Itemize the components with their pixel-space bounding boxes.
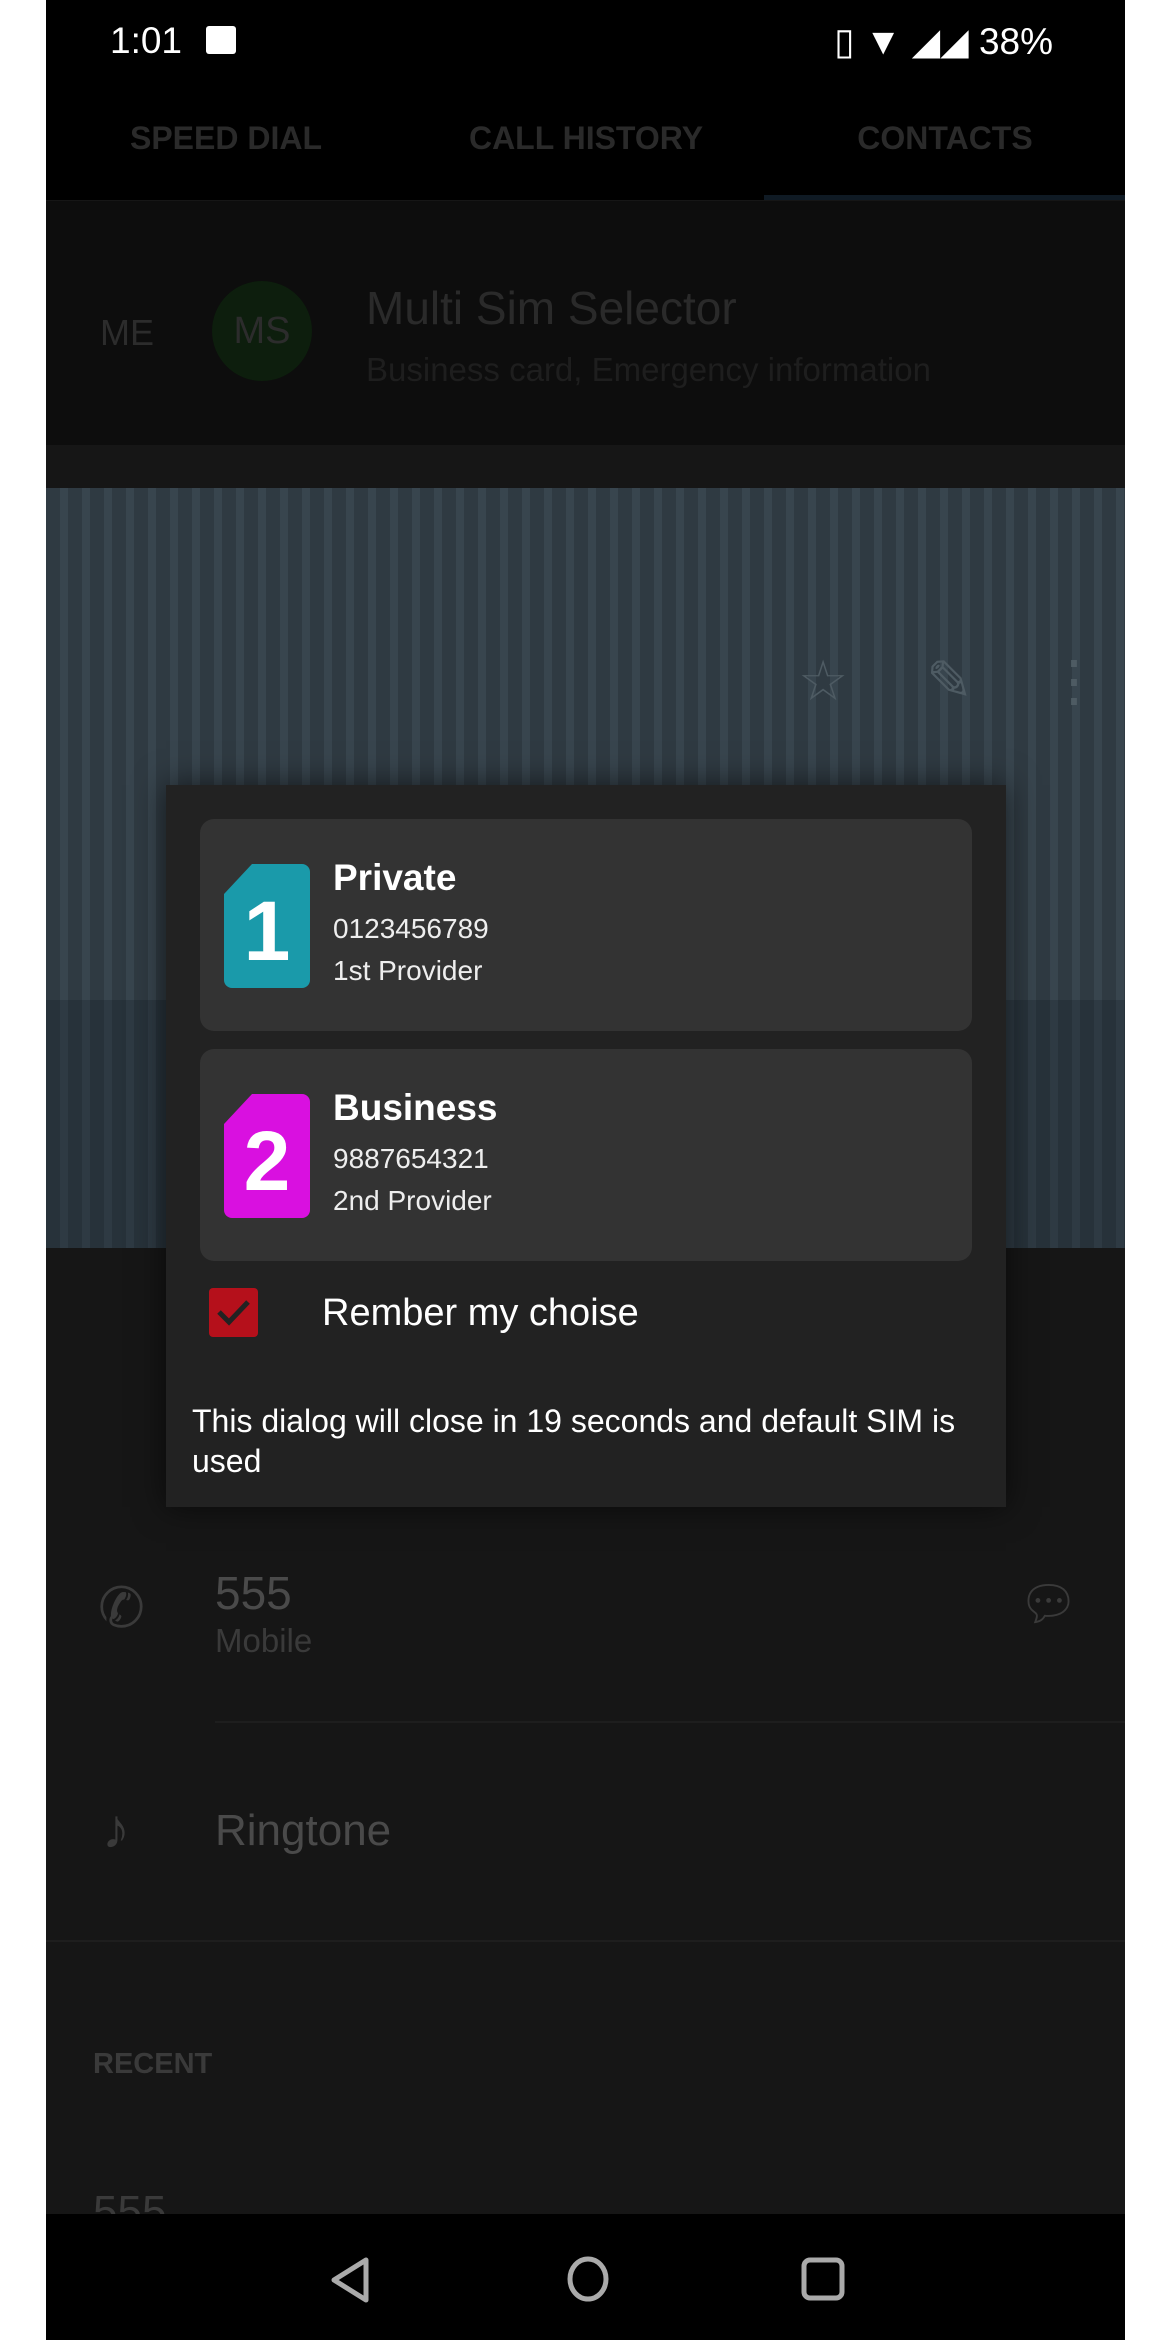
me-subtitle: Business card, Emergency information: [366, 351, 931, 388]
sim-card-1[interactable]: 1 Private 0123456789 1st Provider: [200, 819, 972, 1031]
tab-contacts[interactable]: CONTACTS: [765, 120, 1125, 157]
sim-1-name: Private: [333, 857, 457, 898]
vibrate-icon: ▯: [834, 21, 855, 62]
me-row[interactable]: ME MS Multi Sim Selector Business card, …: [46, 201, 1125, 445]
message-icon[interactable]: 💬︎: [1018, 1575, 1079, 1632]
back-icon[interactable]: [328, 2256, 372, 2304]
star-icon[interactable]: ☆: [798, 648, 848, 714]
status-right: ▯ ▼ ◢◢ 38%: [834, 20, 1053, 63]
tab-call-history[interactable]: CALL HISTORY: [406, 120, 766, 157]
sim-2-name: Business: [333, 1087, 498, 1128]
sim-1-number: 0123456789: [333, 913, 489, 944]
status-bar: 1:01 ▯ ▼ ◢◢ 38% SPEED DIAL CALL HISTORY …: [46, 0, 1125, 200]
wifi-icon: ▼: [864, 21, 902, 62]
tab-indicator: [764, 195, 1125, 200]
more-vert-icon[interactable]: ⋮: [1046, 648, 1102, 714]
check-icon: [217, 1300, 250, 1326]
nav-bar: [46, 2214, 1125, 2340]
screen: 1:01 ▯ ▼ ◢◢ 38% SPEED DIAL CALL HISTORY …: [46, 0, 1125, 2340]
tab-speed-dial[interactable]: SPEED DIAL: [46, 120, 406, 157]
phone-icon[interactable]: ✆: [98, 1575, 145, 1641]
remember-label[interactable]: Rember my choise: [322, 1292, 639, 1335]
phone-number[interactable]: 555: [215, 1566, 292, 1620]
me-name: Multi Sim Selector: [366, 282, 737, 334]
sim-2-number: 9887654321: [333, 1143, 489, 1174]
battery-level: 38%: [978, 21, 1053, 62]
sim-1-slot: 1: [243, 883, 291, 978]
recent-header: RECENT: [93, 2048, 213, 2080]
signal-icon: ◢◢: [911, 21, 969, 62]
dialog-footer: This dialog will close in 19 seconds and…: [192, 1403, 956, 1479]
avatar: MS: [212, 281, 312, 381]
recents-icon[interactable]: [800, 2256, 846, 2302]
sim-2-provider: 2nd Provider: [333, 1185, 492, 1216]
divider: [215, 1721, 1125, 1723]
sim-1-provider: 1st Provider: [333, 955, 483, 986]
ringtone-item[interactable]: Ringtone: [215, 1806, 391, 1856]
sim-2-slot: 2: [243, 1113, 291, 1208]
sim-card-2[interactable]: 2 Business 9887654321 2nd Provider: [200, 1049, 972, 1261]
status-time: 1:01: [110, 20, 183, 61]
image-icon: [206, 26, 236, 54]
divider: [46, 1940, 1125, 1942]
remember-checkbox[interactable]: [209, 1288, 258, 1337]
home-icon[interactable]: [564, 2254, 612, 2304]
music-note-icon: ♪: [102, 1797, 130, 1860]
sim-selector-dialog: 1 Private 0123456789 1st Provider 2 Busi…: [166, 785, 1006, 1507]
me-label: ME: [100, 312, 154, 353]
phone-type: Mobile: [215, 1622, 313, 1659]
edit-pencil-icon[interactable]: ✎: [926, 648, 973, 714]
